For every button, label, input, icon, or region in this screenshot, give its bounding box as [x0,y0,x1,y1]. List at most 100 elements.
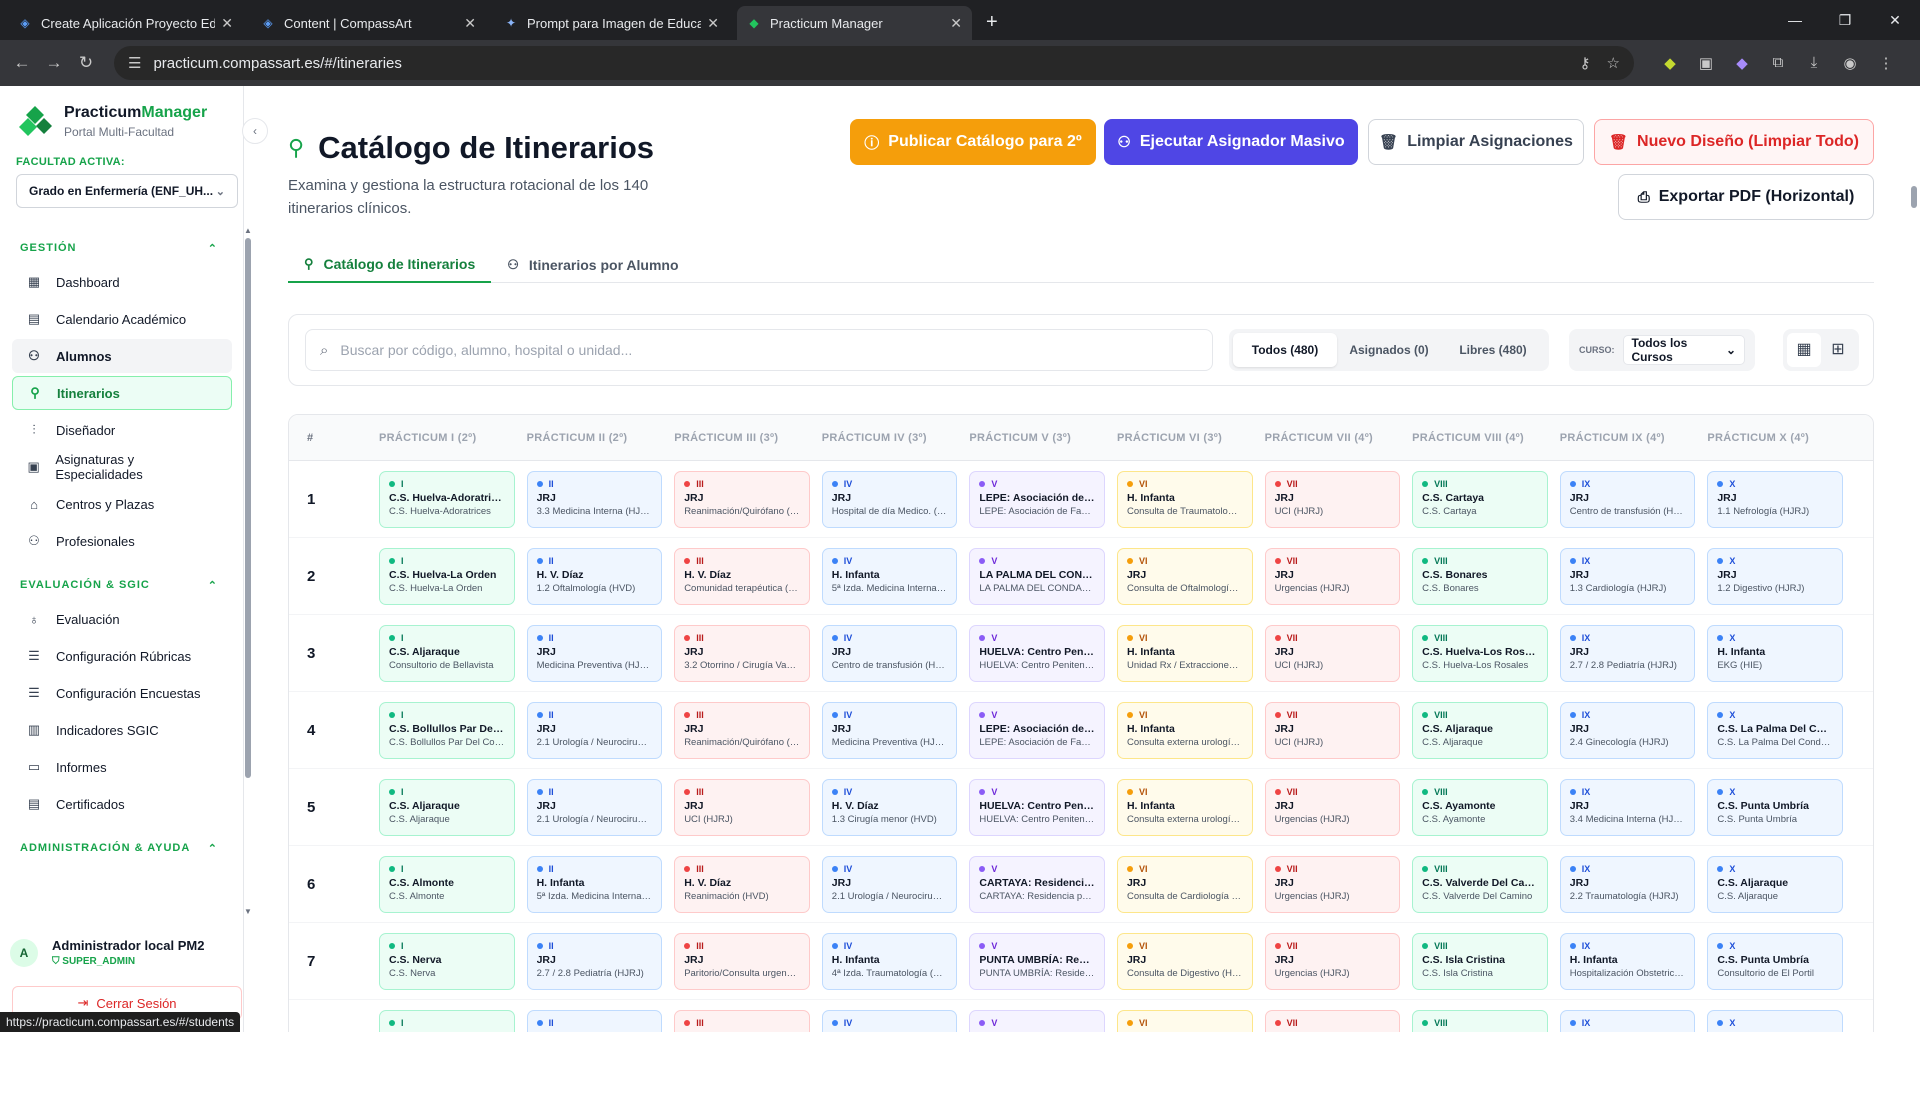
itinerary-card[interactable]: I C.S. Huelva-La Orden C.S. Huelva-La Orde… [379,547,515,605]
itinerary-card[interactable]: V LEPE: Asociación de Fa...LEPE: Asociaci… [969,470,1105,528]
itinerary-card[interactable]: IV H. Infanta 4ª Izda. Traumatología (HIE) [821,932,958,990]
itinerary-card[interactable]: II H. Infanta 5ª Izda. Medicina Interna (H… [526,855,663,913]
reload-icon[interactable]: ↻ [70,53,102,73]
itinerary-card[interactable]: V HUELVA: Centro Penite... HUELVA: Centro … [969,624,1105,682]
itinerary-card[interactable]: I C.S. Huelva-Adoratrices C.S. Huelva-Ador… [379,470,515,528]
itinerary-card[interactable]: VIII C.S. Isla Cristina C.S. Isla Cristina [1412,932,1548,990]
itinerary-card[interactable]: IX JRJ 3.4 Medicina Interna (HJRJ) [1559,778,1696,836]
page-scrollbar[interactable] [1908,172,1920,1118]
download-icon[interactable]: ⤓ [1796,54,1832,72]
itinerary-card[interactable]: IV JRJ Hospital de día Medico. (HJ... [821,470,958,528]
browser-tab[interactable]: ◈ Content | CompassArt ✕ [251,6,486,40]
sidebar-item-itinerarios[interactable]: ⚲ Itinerarios [12,376,232,410]
course-select[interactable]: Todos los Cursos ⌄ [1622,335,1745,365]
itinerary-card[interactable]: VI H. Infanta Consulta de Traumatología ..… [1116,470,1253,528]
itinerary-card[interactable]: IX [1559,1009,1696,1032]
itinerary-card[interactable]: III H. V. Díaz Reanimación (HVD) [674,855,810,913]
sidebar-item-centros-y-plazas[interactable]: ⌂ Centros y Plazas [12,487,232,521]
itinerary-card[interactable]: VII JRJ Urgencias (HJRJ) [1264,547,1401,605]
itinerary-card[interactable]: III JRJ Reanimación/Quirófano (HJ... [674,701,810,759]
itinerary-card[interactable]: V LEPE: Asociación de Fa...LEPE: Asociaci… [969,701,1105,759]
itinerary-card[interactable]: III JRJ UCI (HJRJ) [674,778,810,836]
extension-icon[interactable]: ◆ [1652,54,1688,72]
itinerary-card[interactable]: III H. V. Díaz Comunidad terapéutica (HV..… [674,547,810,605]
itinerary-card[interactable]: IV JRJ Centro de transfusión (HJRJ) [821,624,958,682]
app-logo[interactable]: PracticumManager Portal Multi-Facultad [18,104,207,139]
tab-catalog[interactable]: ⚲ Catálogo de Itinerarios [288,246,492,283]
itinerary-card[interactable]: I C.S. Almonte C.S. Almonte [379,855,515,913]
itinerary-card[interactable]: V LA PALMA DEL COND... LA PALMA DEL CONDAD… [969,547,1105,605]
site-info-icon[interactable]: ☰ [128,54,141,72]
itinerary-card[interactable]: VII JRJ UCI (HJRJ) [1264,470,1401,528]
itinerary-card[interactable]: II JRJ Medicina Preventiva (HJRJ) [526,624,663,682]
itinerary-card[interactable]: III JRJ Reanimación/Quirófano (HJ... [674,470,810,528]
sidebar-item-dashboard[interactable]: ▦ Dashboard [12,265,232,299]
sidebar-item-calendario-acad-mico[interactable]: ▤ Calendario Académico [12,302,232,336]
extension-icon[interactable]: ▣ [1688,54,1724,72]
filter-free[interactable]: Libres (480) [1441,333,1545,367]
itinerary-card[interactable]: II JRJ 2.1 Urología / Neurocirugía ... [526,701,663,759]
filter-assigned[interactable]: Asignados (0) [1337,333,1441,367]
filter-all[interactable]: Todos (480) [1233,333,1337,367]
itinerary-card[interactable]: II JRJ 2.1 Urología / Neurocirugía ... [526,778,663,836]
itinerary-card[interactable]: X C.S. La Palma Del Cond... C.S. La Palma … [1707,701,1843,759]
sidebar-collapse-button[interactable]: ‹ [242,118,268,144]
itinerary-card[interactable]: IX JRJ 1.3 Cardiología (HJRJ) [1559,547,1696,605]
itinerary-card[interactable]: VII JRJ Urgencias (HJRJ) [1264,932,1401,990]
itinerary-card[interactable]: VI H. Infanta Consulta externa urología (.… [1116,701,1253,759]
close-tab-icon[interactable]: ✕ [707,15,719,32]
itinerary-card[interactable]: VIII C.S. Ayamonte C.S. Ayamonte [1412,778,1548,836]
browser-menu-icon[interactable]: ⋮ [1868,54,1904,72]
itinerary-card[interactable]: III JRJ Paritorio/Consulta urgencia... [674,932,810,990]
back-icon[interactable]: ← [6,53,38,73]
itinerary-card[interactable]: VI [1116,1009,1253,1032]
itinerary-card[interactable]: II JRJ 3.3 Medicina Interna (HJRJ) [526,470,663,528]
sidebar-item-alumnos[interactable]: ⚇ Alumnos [12,339,232,373]
itinerary-card[interactable]: IX JRJ 2.2 Traumatología (HJRJ) [1559,855,1696,913]
itinerary-card[interactable]: I [379,1009,515,1032]
restore-icon[interactable]: ❐ [1820,0,1870,40]
sidebar-item-informes[interactable]: ▭ Informes [12,750,232,784]
browser-tab[interactable]: ◆ Practicum Manager ✕ [737,6,972,40]
itinerary-card[interactable]: II JRJ 2.7 / 2.8 Pediatría (HJRJ) [526,932,663,990]
sidebar-item-evaluaci-n[interactable]: ♁ Evaluación [12,602,232,636]
itinerary-card[interactable]: IX JRJ 2.7 / 2.8 Pediatría (HJRJ) [1559,624,1696,682]
close-tab-icon[interactable]: ✕ [221,15,233,32]
publish-catalog-button[interactable]: ⓘ Publicar Catálogo para 2º [850,119,1096,165]
itinerary-card[interactable]: X [1707,1009,1843,1032]
close-window-icon[interactable]: ✕ [1870,0,1920,40]
browser-tab[interactable]: ✦ Prompt para Imagen de EducaF ✕ [494,6,729,40]
itinerary-card[interactable]: V CARTAYA: Residencia p...CARTAYA: Reside… [969,855,1105,913]
itinerary-card[interactable]: X H. Infanta EKG (HIE) [1707,624,1843,682]
itinerary-card[interactable]: X C.S. Punta Umbría Consultorio de El Port… [1707,932,1843,990]
sidebar-section-header[interactable]: EVALUACIÓN & SGIC ⌃ [0,571,244,599]
itinerary-card[interactable]: IV JRJ 2.1 Urología / Neurocirugía ... [821,855,958,913]
sidebar-item-configuraci-n-encuestas[interactable]: ☰ Configuración Encuestas [12,676,232,710]
itinerary-card[interactable]: X C.S. Aljaraque C.S. Aljaraque [1707,855,1843,913]
itinerary-card[interactable]: V PUNTA UMBRÍA: Resid... PUNTA UMBRÍA: Res… [969,932,1105,990]
itinerary-card[interactable]: IV H. V. Díaz 1.3 Cirugía menor (HVD) [821,778,958,836]
itinerary-card[interactable]: V HUELVA: Centro Penite... HUELVA: Centro … [969,778,1105,836]
itinerary-card[interactable]: I C.S. Bollullos Par Del C... C.S. Bollull… [379,701,515,759]
itinerary-card[interactable]: IX H. Infanta Hospitalización Obstetricia … [1559,932,1696,990]
browser-tab[interactable]: ◈ Create Aplicación Proyecto Edu ✕ [8,6,243,40]
itinerary-card[interactable]: IV H. Infanta 5ª Izda. Medicina Interna (H… [821,547,958,605]
password-key-icon[interactable]: ⚷ [1580,54,1591,72]
itinerary-card[interactable]: VIII [1412,1009,1548,1032]
sidebar-section-header[interactable]: GESTIÓN ⌃ [0,234,244,262]
minimize-icon[interactable]: — [1770,0,1820,40]
itinerary-card[interactable]: II H. V. Díaz 1.2 Oftalmología (HVD) [526,547,663,605]
itinerary-card[interactable]: IV [821,1009,958,1032]
itinerary-card[interactable]: III JRJ 3.2 Otorrino / Cirugía Vascu... [674,624,810,682]
itinerary-card[interactable]: X JRJ 1.2 Digestivo (HJRJ) [1707,547,1843,605]
search-input[interactable]: ⌕ Buscar por código, alumno, hospital o … [305,329,1213,371]
itinerary-card[interactable]: VIII C.S. Valverde Del Camino C.S. Valverd… [1412,855,1548,913]
itinerary-card[interactable]: VII JRJ UCI (HJRJ) [1264,624,1401,682]
itinerary-card[interactable]: VI H. Infanta Consulta externa urología (.… [1116,778,1253,836]
execute-assigner-button[interactable]: ⚇ Ejecutar Asignador Masivo [1104,119,1358,165]
itinerary-card[interactable]: VI H. Infanta Unidad Rx / Extracciones (H.… [1116,624,1253,682]
tab-by-student[interactable]: ⚇ Itinerarios por Alumno [491,246,694,283]
forward-icon[interactable]: → [38,53,70,73]
sidebar-item-profesionales[interactable]: ⚇ Profesionales [12,524,232,558]
close-tab-icon[interactable]: ✕ [950,15,962,32]
